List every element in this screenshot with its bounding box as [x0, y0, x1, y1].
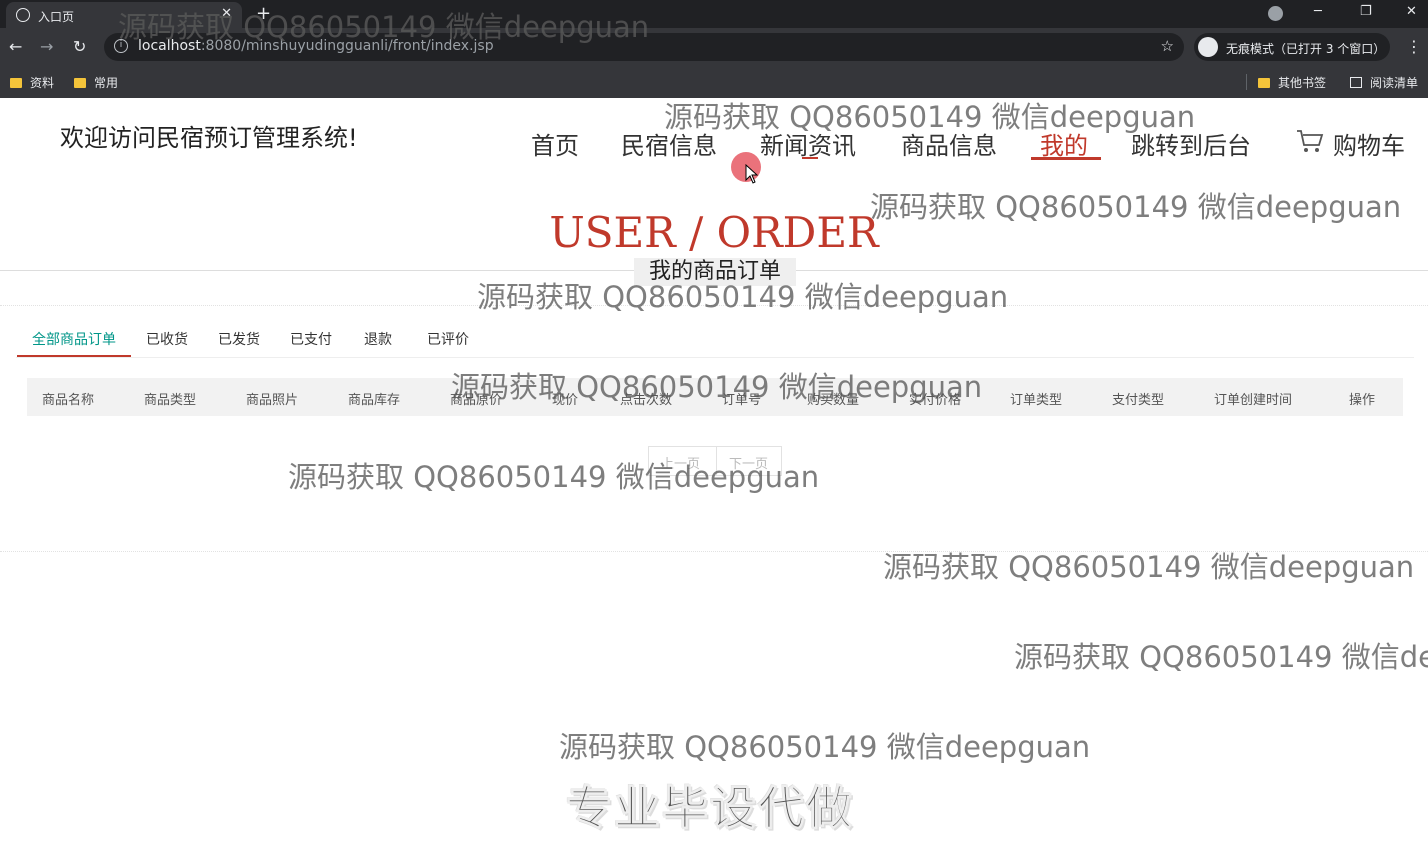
- column-header: 支付类型: [1112, 393, 1165, 408]
- restore-icon[interactable]: ❐: [1360, 4, 1372, 19]
- order-tabs: 全部商品订单 已收货 已发货 已支付 退款 已评价: [16, 318, 1414, 358]
- reading-list-icon: [1350, 77, 1362, 88]
- folder-icon: [10, 78, 22, 88]
- dotted-divider: [0, 305, 1428, 306]
- nav-cart[interactable]: 购物车: [1333, 126, 1405, 161]
- folder-icon: [1258, 78, 1270, 88]
- nav-homestay[interactable]: 民宿信息: [621, 126, 717, 161]
- column-header: 购买数量: [807, 393, 860, 408]
- column-header: 商品类型: [144, 393, 197, 408]
- cart-icon[interactable]: [1296, 128, 1324, 154]
- bookmark-label: 资料: [30, 76, 55, 90]
- incognito-indicator[interactable]: 无痕模式（已打开 3 个窗口）: [1194, 33, 1390, 61]
- next-page-button[interactable]: 下一页: [729, 453, 768, 472]
- bookmarks-bar: 资料 常用 其他书签 阅读清单: [0, 66, 1428, 98]
- address-bar[interactable]: i localhost:8080/minshuyudingguanli/fron…: [104, 33, 1184, 61]
- section-subtitle: 我的商品订单: [634, 258, 796, 286]
- back-icon[interactable]: ←: [9, 37, 22, 56]
- bookmark-folder[interactable]: 常用: [74, 74, 118, 91]
- nav-active-underline: [1031, 157, 1101, 160]
- site-title: 欢迎访问民宿预订管理系统!: [60, 124, 358, 152]
- nav-hover-underline: [802, 157, 818, 159]
- url-text: localhost:8080/minshuyudingguanli/front/…: [138, 38, 494, 54]
- bookmark-label: 常用: [94, 76, 119, 90]
- tab-all-orders[interactable]: 全部商品订单: [32, 329, 116, 349]
- incognito-icon: [1198, 37, 1218, 57]
- section-heading: USER / ORDER: [549, 208, 879, 257]
- column-header: 订单类型: [1010, 393, 1063, 408]
- new-tab-button[interactable]: +: [256, 3, 271, 24]
- nav-admin[interactable]: 跳转到后台: [1131, 126, 1251, 161]
- profile-icon[interactable]: [1268, 6, 1283, 21]
- pager-divider: [716, 447, 717, 475]
- tab-reviewed[interactable]: 已评价: [427, 329, 469, 349]
- reading-list-label: 阅读清单: [1370, 76, 1419, 90]
- incognito-label: 无痕模式（已打开 3 个窗口）: [1226, 42, 1386, 56]
- tab-received[interactable]: 已收货: [146, 329, 188, 349]
- window-close-icon[interactable]: ✕: [1406, 4, 1417, 19]
- column-header: 订单创建时间: [1214, 393, 1293, 408]
- slogan-watermark: 专业毕设代做: [566, 781, 854, 836]
- nav-products[interactable]: 商品信息: [901, 126, 997, 161]
- bookmark-separator: [1246, 74, 1247, 90]
- url-path: :8080/minshuyudingguanli/front/index.jsp: [200, 38, 494, 54]
- nav-news[interactable]: 新闻资讯: [760, 126, 856, 161]
- browser-tab[interactable]: 入口页 ✕: [6, 2, 242, 28]
- tab-paid[interactable]: 已支付: [290, 329, 332, 349]
- other-bookmarks[interactable]: 其他书签: [1258, 74, 1326, 91]
- tab-close-icon[interactable]: ✕: [221, 6, 232, 21]
- column-header: 实付价格: [909, 393, 962, 408]
- watermark: 源码获取 QQ86050149 微信de: [1014, 640, 1428, 674]
- url-host: localhost: [138, 38, 201, 54]
- browser-toolbar: ← → ↻ i localhost:8080/minshuyudingguanl…: [0, 28, 1428, 66]
- column-header: 商品名称: [42, 393, 95, 408]
- tab-shipped[interactable]: 已发货: [218, 329, 260, 349]
- menu-icon[interactable]: ⋮: [1406, 37, 1422, 56]
- tab-title: 入口页: [38, 10, 75, 24]
- browser-tab-bar: 入口页 ✕ + ─ ❐ ✕: [0, 0, 1428, 28]
- order-table-header: 商品名称 商品类型 商品照片 商品库存 商品原价 现价 点击次数 订单号 购买数…: [27, 378, 1403, 416]
- globe-icon: [16, 8, 30, 22]
- column-header: 订单号: [722, 393, 762, 408]
- prev-page-button[interactable]: 上一页: [661, 453, 700, 472]
- site-info-icon[interactable]: i: [114, 39, 128, 53]
- folder-icon: [74, 78, 86, 88]
- nav-mine[interactable]: 我的: [1040, 126, 1088, 161]
- other-bookmarks-label: 其他书签: [1278, 76, 1327, 90]
- forward-icon[interactable]: →: [40, 37, 53, 56]
- dotted-divider: [0, 551, 1428, 552]
- bookmark-star-icon[interactable]: ☆: [1161, 37, 1174, 55]
- pagination: 上一页 下一页: [648, 446, 782, 476]
- reload-icon[interactable]: ↻: [73, 37, 86, 56]
- active-tab-underline: [17, 355, 131, 357]
- bookmark-folder[interactable]: 资料: [10, 74, 54, 91]
- watermark: 源码获取 QQ86050149 微信deepguan: [559, 730, 1091, 764]
- column-header: 商品原价: [450, 393, 503, 408]
- column-header: 现价: [552, 393, 579, 408]
- nav-home[interactable]: 首页: [531, 126, 579, 161]
- column-header: 点击次数: [620, 393, 673, 408]
- column-header: 商品库存: [348, 393, 401, 408]
- tab-refund[interactable]: 退款: [364, 329, 392, 349]
- mouse-cursor-icon: [745, 164, 759, 184]
- reading-list[interactable]: 阅读清单: [1350, 74, 1418, 91]
- column-header: 商品照片: [246, 393, 299, 408]
- column-header: 操作: [1349, 393, 1376, 408]
- minimize-icon[interactable]: ─: [1314, 4, 1322, 19]
